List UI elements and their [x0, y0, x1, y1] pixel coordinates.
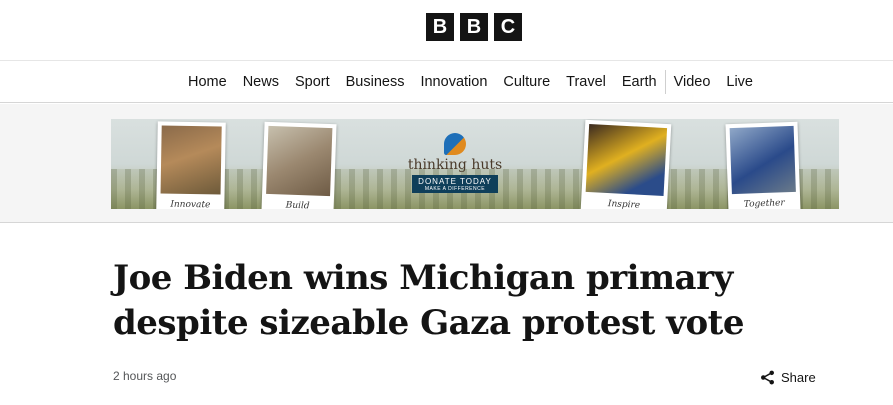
- donate-today-button[interactable]: DONATE TODAY MAKE A DIFFERENCE: [412, 175, 498, 193]
- ad-photo-image: [585, 124, 668, 197]
- ad-brand: thinking huts DONATE TODAY MAKE A DIFFER…: [407, 133, 503, 195]
- ad-photo-caption: Together: [743, 198, 785, 209]
- ad-brand-name: thinking huts: [407, 157, 503, 173]
- advertisement-banner[interactable]: Innovate Build thinking huts DONATE TODA…: [111, 119, 839, 209]
- main-navigation: Home News Sport Business Innovation Cult…: [0, 61, 893, 103]
- ad-photo-caption: Innovate: [170, 199, 211, 209]
- logo-letter: C: [494, 13, 522, 41]
- ad-photo-image: [729, 125, 796, 195]
- nav-item-earth[interactable]: Earth: [614, 74, 665, 90]
- article-headline: Joe Biden wins Michigan primary despite …: [113, 258, 745, 343]
- logo-letter: B: [426, 13, 454, 41]
- ad-photo-innovate: Innovate: [156, 121, 226, 209]
- ad-photo-build: Build: [261, 121, 337, 209]
- nav-item-news[interactable]: News: [235, 74, 287, 90]
- nav-item-sport[interactable]: Sport: [287, 74, 338, 90]
- donate-label: DONATE TODAY: [418, 177, 492, 186]
- site-header: B B C: [0, 0, 893, 61]
- nav-item-travel[interactable]: Travel: [558, 74, 614, 90]
- nav-item-video[interactable]: Video: [666, 74, 719, 90]
- donate-sublabel: MAKE A DIFFERENCE: [424, 186, 486, 192]
- nav-item-innovation[interactable]: Innovation: [412, 74, 495, 90]
- share-label: Share: [781, 370, 816, 385]
- logo-letter: B: [460, 13, 488, 41]
- nav-item-live[interactable]: Live: [718, 74, 761, 90]
- ad-photo-inspire: Inspire: [580, 119, 672, 209]
- ad-photo-caption: Inspire: [607, 199, 641, 209]
- nav-item-culture[interactable]: Culture: [495, 74, 558, 90]
- bbc-logo[interactable]: B B C: [426, 13, 522, 41]
- ad-photo-caption: Build: [285, 200, 310, 209]
- kingfisher-logo-icon: [444, 133, 466, 155]
- ad-photo-image: [266, 125, 333, 197]
- ad-photo-together: Together: [725, 121, 801, 209]
- ad-photo-image: [160, 125, 222, 195]
- share-icon: [761, 370, 774, 385]
- nav-item-business[interactable]: Business: [338, 74, 413, 90]
- advertisement-band: Innovate Build thinking huts DONATE TODA…: [0, 104, 893, 223]
- article-timestamp: 2 hours ago: [113, 369, 177, 383]
- share-button[interactable]: Share: [760, 370, 816, 385]
- nav-item-home[interactable]: Home: [180, 74, 235, 90]
